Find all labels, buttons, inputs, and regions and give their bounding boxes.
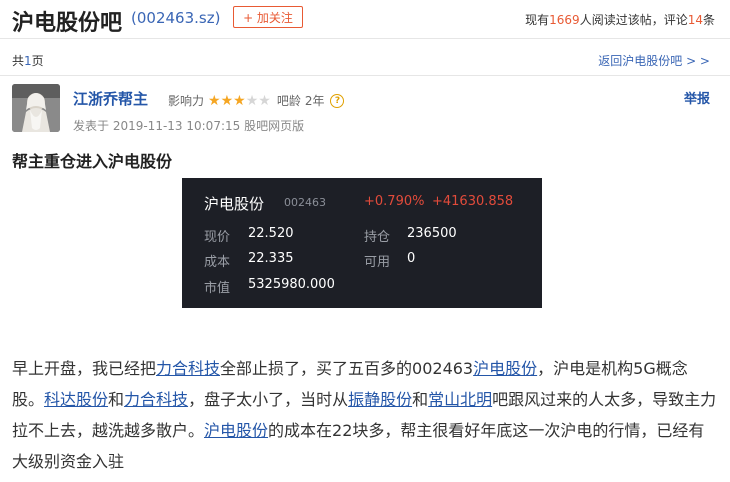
influence-label: 影响力	[168, 94, 205, 108]
influence-row: 影响力 ★★★★★ 吧龄 2年 ?	[168, 92, 345, 109]
card-value-cost: 22.335	[248, 251, 294, 266]
post-meta: 发表于 2019-11-13 10:07:15 股吧网页版	[73, 119, 305, 133]
pager-suffix: 页	[31, 54, 44, 68]
stock-link-lihe[interactable]: 力合科技	[156, 359, 220, 378]
post-content: 早上开盘，我已经把力合科技全部止损了，买了五百多的002463沪电股份，沪电是机…	[12, 353, 717, 477]
stock-link-keda[interactable]: 科达股份	[44, 390, 108, 409]
bar-age-value: 2年	[304, 94, 325, 108]
card-label-position: 持仓	[364, 230, 391, 245]
card-label-cost: 成本	[204, 255, 231, 270]
page-number[interactable]: 1	[24, 54, 32, 68]
post-title: 帮主重仓进入沪电股份	[12, 152, 173, 171]
content-text: 和	[108, 390, 125, 409]
card-label-price: 现价	[204, 230, 231, 245]
stock-link-hudian[interactable]: 沪电股份	[473, 359, 537, 378]
back-to-bar-link[interactable]: 返回沪电股份吧 > >	[598, 52, 710, 69]
divider	[0, 75, 730, 76]
card-value-available: 0	[407, 251, 416, 266]
influence-stars: ★★★★★	[208, 93, 271, 109]
content-text: 全部止损了，买了五百多的002463	[220, 359, 474, 378]
read-stats: 现有1669人阅读过该帖，评论14条	[525, 11, 715, 28]
card-change-amount: +41630.858	[432, 194, 514, 209]
card-value-position: 236500	[407, 226, 457, 241]
page-header: 沪电股份吧 (002463.sz) + 加关注 现有1669人阅读过该帖，评论1…	[0, 0, 730, 39]
page-count: 共1页	[12, 52, 44, 69]
author-name[interactable]: 江浙乔帮主	[73, 88, 148, 109]
follow-button[interactable]: + 加关注	[233, 6, 303, 28]
report-link[interactable]: 举报	[684, 88, 710, 107]
card-change-pct: +0.790%	[364, 194, 425, 209]
stock-link-hudian[interactable]: 沪电股份	[204, 421, 268, 440]
reader-count: 1669	[549, 13, 580, 27]
content-text: 和	[412, 390, 429, 409]
stats-mid: 人阅读过该帖，评论	[579, 13, 688, 27]
bar-title[interactable]: 沪电股份吧	[12, 5, 122, 37]
avatar[interactable]	[12, 84, 60, 132]
card-stock-name: 沪电股份	[204, 195, 265, 213]
star-icon: ★	[220, 92, 234, 109]
bar-age-label: 吧龄	[276, 94, 301, 108]
card-value-market-value: 5325980.000	[248, 277, 335, 292]
star-empty-icon: ★	[245, 92, 259, 109]
stats-prefix: 现有	[525, 13, 550, 27]
card-label-available: 可用	[364, 255, 391, 270]
avatar-image	[12, 84, 60, 132]
content-text: 早上开盘，我已经把	[12, 359, 157, 378]
star-icon: ★	[208, 92, 221, 109]
stock-link-zhenjing[interactable]: 振静股份	[348, 390, 412, 409]
pager-row: 共1页 返回沪电股份吧 > >	[0, 52, 730, 68]
star-icon: ★	[233, 92, 246, 109]
stock-code[interactable]: (002463.sz)	[131, 9, 220, 27]
card-stock-code: 002463	[284, 196, 326, 209]
content-text: ，盘子太小了，当时从	[188, 390, 349, 409]
card-value-price: 22.520	[248, 226, 294, 241]
stats-suffix: 条	[702, 13, 715, 27]
star-empty-icon: ★	[258, 92, 271, 109]
stock-link-changshan[interactable]: 常山北明	[428, 390, 492, 409]
help-icon[interactable]: ?	[330, 93, 345, 108]
card-label-market-value: 市值	[204, 281, 231, 296]
stock-holding-card: 沪电股份 002463 +0.790% +41630.858 现价 22.520…	[182, 178, 542, 308]
comment-count: 14	[687, 13, 703, 27]
stock-link-lihe[interactable]: 力合科技	[124, 390, 188, 409]
pager-prefix: 共	[12, 54, 25, 68]
